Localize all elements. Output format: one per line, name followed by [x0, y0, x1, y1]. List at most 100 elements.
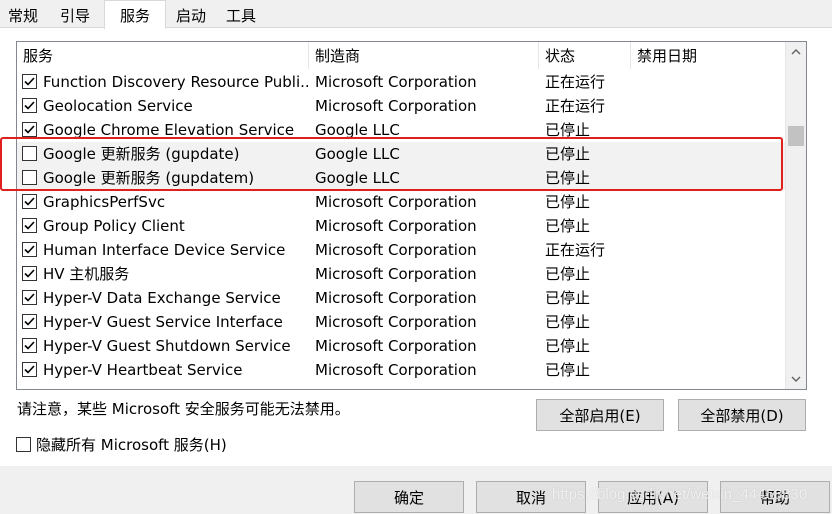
service-checkbox[interactable]	[22, 98, 37, 113]
column-header-status[interactable]: 状态	[539, 42, 631, 69]
scrollbar-thumb[interactable]	[788, 126, 804, 146]
checkmark-icon	[24, 293, 35, 302]
checkmark-icon	[24, 341, 35, 350]
service-checkbox[interactable]	[22, 314, 37, 329]
ok-button[interactable]: 确定	[354, 481, 464, 513]
service-status: 已停止	[545, 193, 591, 211]
column-header-disable-date[interactable]: 禁用日期	[631, 42, 785, 69]
table-row[interactable]: Google 更新服务 (gupdatem) Google LLC 已停止	[17, 166, 785, 190]
hide-ms-services-option[interactable]: 隐藏所有 Microsoft 服务(H)	[16, 434, 227, 455]
service-manufacturer: Microsoft Corporation	[315, 289, 477, 307]
service-disable-date	[637, 166, 777, 190]
service-checkbox[interactable]	[22, 362, 37, 377]
service-name: Hyper-V Guest Shutdown Service	[43, 337, 291, 355]
checkmark-icon	[24, 197, 35, 206]
service-checkbox[interactable]	[22, 146, 37, 161]
table-row[interactable]: Google Chrome Elevation Service Google LL…	[17, 118, 785, 142]
tab-startup[interactable]: 启动	[166, 2, 216, 28]
checkmark-icon	[24, 245, 35, 254]
list-rows: Function Discovery Resource Publi... Micr…	[17, 70, 785, 389]
service-status: 已停止	[545, 313, 591, 331]
service-status: 已停止	[545, 217, 591, 235]
hide-ms-services-checkbox[interactable]	[16, 437, 31, 452]
service-checkbox[interactable]	[22, 338, 37, 353]
service-name: Hyper-V Heartbeat Service	[43, 361, 243, 379]
service-disable-date	[637, 190, 777, 214]
column-header-manufacturer[interactable]: 制造商	[309, 42, 539, 69]
vertical-scrollbar[interactable]	[785, 42, 806, 389]
disable-all-button[interactable]: 全部禁用(D)	[678, 399, 806, 431]
column-header-status-label: 状态	[545, 47, 576, 65]
scroll-down-button[interactable]	[786, 369, 806, 389]
table-row[interactable]: Group Policy Client Microsoft Corporation…	[17, 214, 785, 238]
service-name: Human Interface Device Service	[43, 241, 286, 259]
table-row[interactable]: Google 更新服务 (gupdate) Google LLC 已停止	[17, 142, 785, 166]
service-manufacturer: Microsoft Corporation	[315, 313, 477, 331]
security-note: 请注意，某些 Microsoft 安全服务可能无法禁用。	[17, 400, 350, 418]
service-disable-date	[637, 142, 777, 166]
service-status: 已停止	[545, 121, 591, 139]
service-status: 已停止	[545, 145, 591, 163]
table-row[interactable]: Human Interface Device Service Microsoft …	[17, 238, 785, 262]
table-row[interactable]: GraphicsPerfSvc Microsoft Corporation 已停止	[17, 190, 785, 214]
service-status: 已停止	[545, 337, 591, 355]
services-list: 服务 ^ 制造商 状态 禁用日期 Function Discovery Reso…	[16, 41, 807, 390]
service-status: 正在运行	[545, 97, 606, 115]
service-checkbox[interactable]	[22, 266, 37, 281]
service-checkbox[interactable]	[22, 290, 37, 305]
service-checkbox[interactable]	[22, 74, 37, 89]
column-header-service[interactable]: 服务 ^	[17, 42, 309, 69]
service-status: 正在运行	[545, 73, 606, 91]
column-header-manufacturer-label: 制造商	[315, 47, 361, 65]
service-manufacturer: Google LLC	[315, 121, 400, 139]
checkmark-icon	[24, 101, 35, 110]
service-disable-date	[637, 118, 777, 142]
service-name: Hyper-V Guest Service Interface	[43, 313, 283, 331]
service-checkbox[interactable]	[22, 122, 37, 137]
service-disable-date	[637, 334, 777, 358]
table-row[interactable]: Function Discovery Resource Publi... Micr…	[17, 70, 785, 94]
list-header: 服务 ^ 制造商 状态 禁用日期	[17, 42, 785, 69]
tab-services[interactable]: 服务	[104, 0, 166, 29]
table-row[interactable]: Hyper-V Heartbeat Service Microsoft Corpo…	[17, 358, 785, 382]
service-name: GraphicsPerfSvc	[43, 193, 166, 211]
service-checkbox[interactable]	[22, 170, 37, 185]
service-name: Google 更新服务 (gupdatem)	[43, 169, 255, 187]
table-row[interactable]: HV 主机服务 Microsoft Corporation 已停止	[17, 262, 785, 286]
enable-all-button[interactable]: 全部启用(E)	[536, 399, 664, 431]
scroll-up-button[interactable]	[786, 42, 806, 62]
service-name: Hyper-V Data Exchange Service	[43, 289, 281, 307]
service-name: HV 主机服务	[43, 265, 130, 283]
service-checkbox[interactable]	[22, 242, 37, 257]
service-disable-date	[637, 70, 777, 94]
service-checkbox[interactable]	[22, 218, 37, 233]
service-manufacturer: Microsoft Corporation	[315, 361, 477, 379]
service-disable-date	[637, 238, 777, 262]
service-manufacturer: Microsoft Corporation	[315, 217, 477, 235]
watermark-text: https://blog.csdn.net/weixin_44468830	[552, 486, 808, 503]
service-disable-date	[637, 94, 777, 118]
chevron-down-icon	[791, 376, 801, 382]
tab-general[interactable]: 常规	[0, 2, 46, 28]
sort-ascending-icon: ^	[157, 41, 166, 49]
service-checkbox[interactable]	[22, 194, 37, 209]
tab-tools[interactable]: 工具	[216, 2, 266, 28]
table-row[interactable]: Hyper-V Guest Service Interface Microsoft…	[17, 310, 785, 334]
service-manufacturer: Microsoft Corporation	[315, 241, 477, 259]
tab-boot[interactable]: 引导	[46, 2, 104, 28]
table-row[interactable]: Hyper-V Data Exchange Service Microsoft C…	[17, 286, 785, 310]
service-status: 已停止	[545, 265, 591, 283]
service-manufacturer: Microsoft Corporation	[315, 265, 477, 283]
column-header-disable-date-label: 禁用日期	[637, 47, 698, 65]
service-manufacturer: Google LLC	[315, 145, 400, 163]
table-row[interactable]: Hyper-V Guest Shutdown Service Microsoft …	[17, 334, 785, 358]
service-status: 已停止	[545, 169, 591, 187]
service-manufacturer: Microsoft Corporation	[315, 97, 477, 115]
service-status: 正在运行	[545, 241, 606, 259]
service-name: Geolocation Service	[43, 97, 193, 115]
table-row[interactable]: Geolocation Service Microsoft Corporation…	[17, 94, 785, 118]
checkmark-icon	[24, 269, 35, 278]
service-disable-date	[637, 262, 777, 286]
service-manufacturer: Microsoft Corporation	[315, 73, 477, 91]
service-manufacturer: Microsoft Corporation	[315, 193, 477, 211]
